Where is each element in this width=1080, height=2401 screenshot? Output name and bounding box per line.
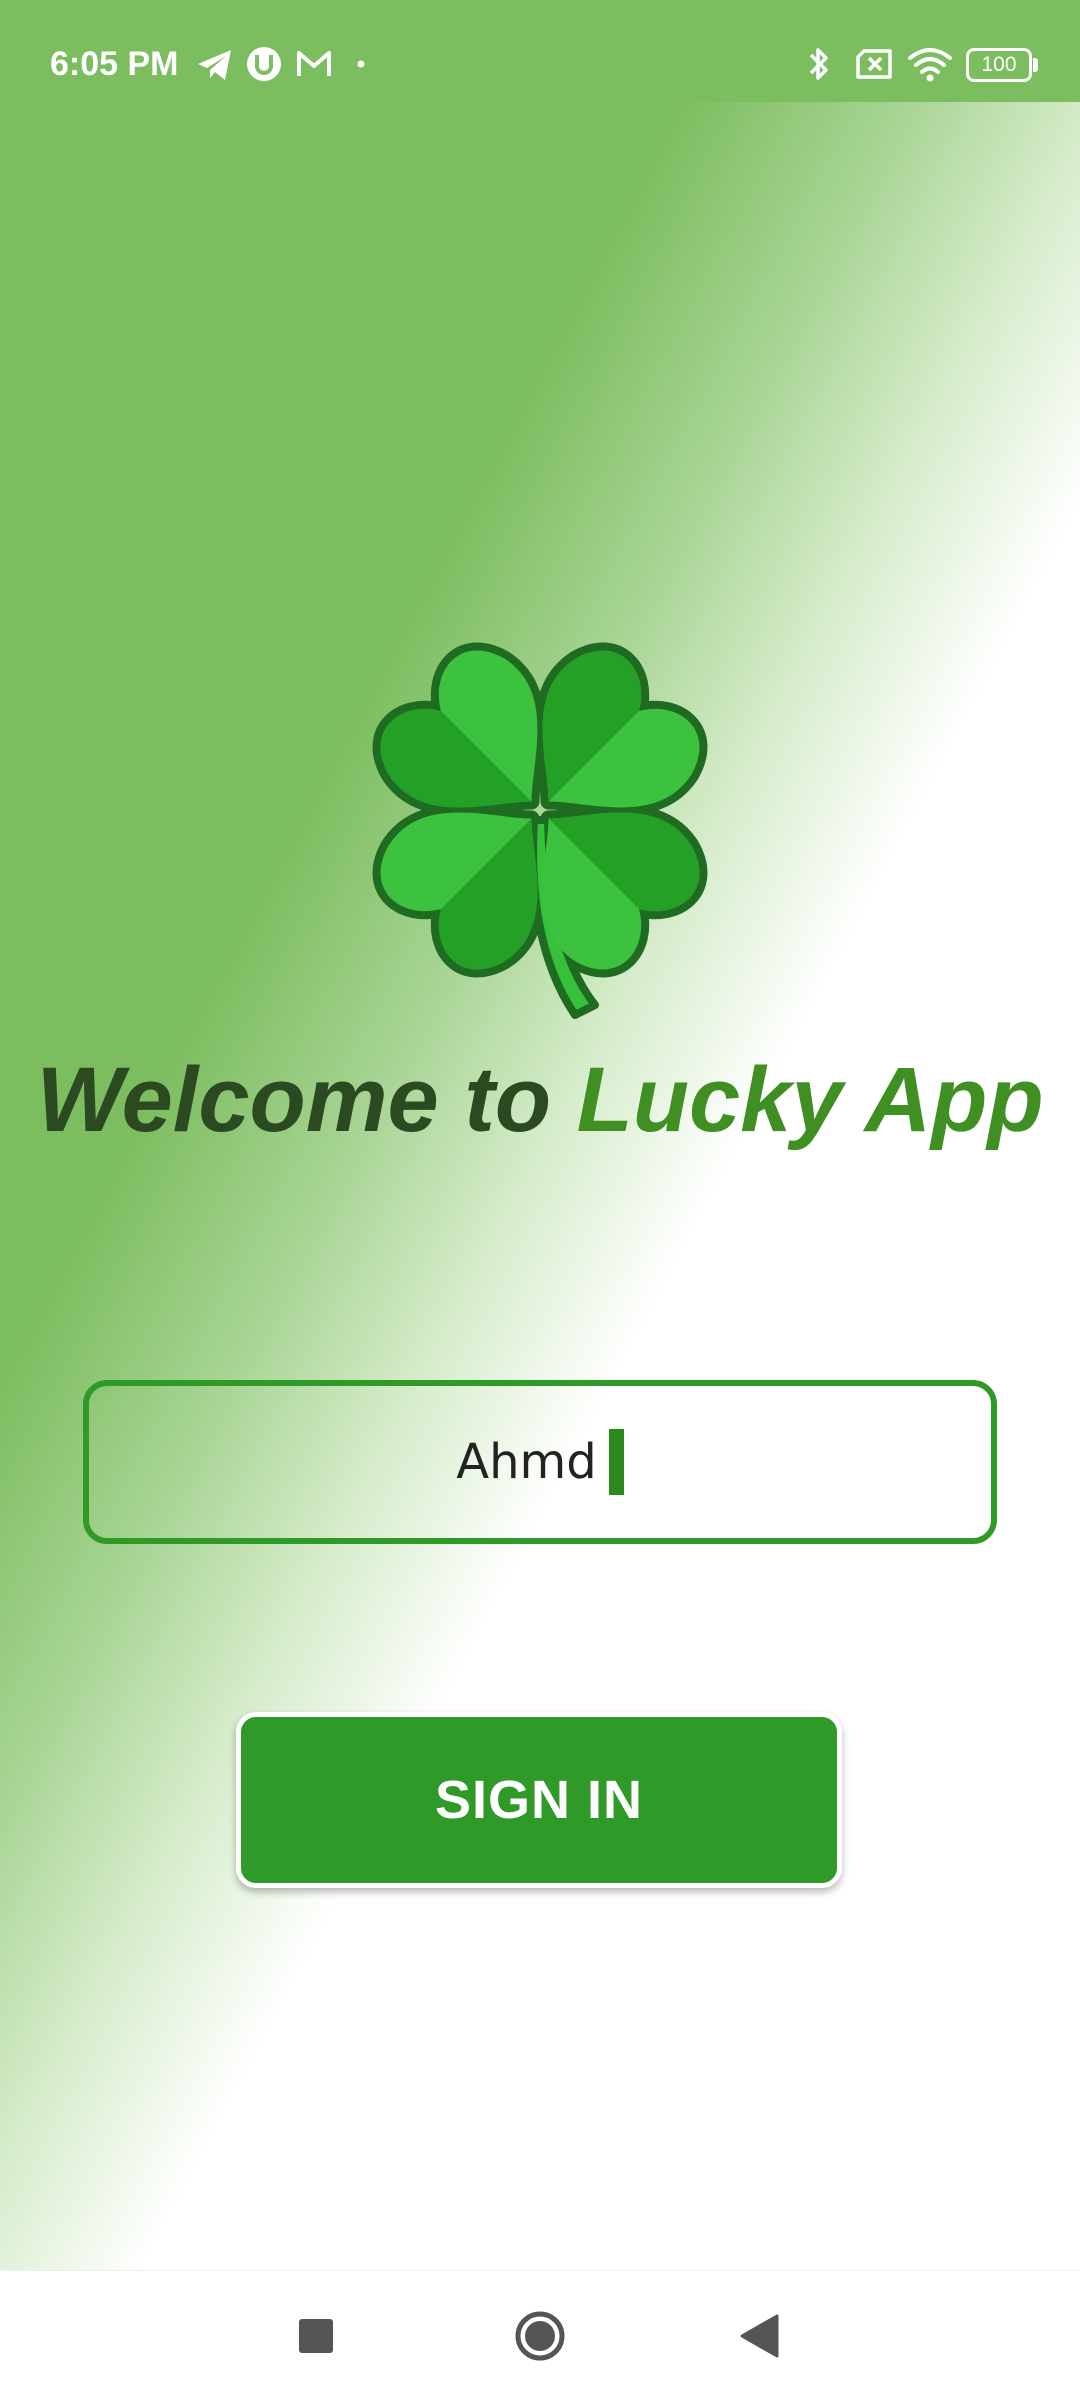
welcome-title: Welcome to Lucky App: [0, 1040, 1080, 1160]
system-nav-bar: [0, 2270, 1080, 2401]
recents-square-icon[interactable]: [281, 2301, 351, 2371]
sign-in-button[interactable]: SIGN IN: [236, 1712, 842, 1888]
bluetooth-icon: [804, 42, 834, 86]
battery-tip: [1033, 58, 1038, 72]
notification-u-icon: [244, 42, 284, 86]
dot-icon: [354, 42, 368, 86]
status-bar: 6:05 PM 100: [0, 0, 1080, 102]
battery-icon: 100: [966, 48, 1032, 82]
text-cursor: [608, 1429, 624, 1495]
status-time: 6:05 PM: [50, 45, 179, 83]
telegram-icon: [196, 42, 234, 86]
home-circle-icon[interactable]: [505, 2301, 575, 2371]
four-leaf-clover-icon: [310, 580, 770, 1040]
sim-disabled-icon: [854, 42, 896, 86]
name-input[interactable]: Ahmd: [83, 1380, 997, 1544]
back-triangle-icon[interactable]: [725, 2301, 795, 2371]
welcome-title-prefix: Welcome to: [36, 1049, 552, 1151]
wifi-icon: [906, 42, 954, 86]
login-screen: 6:05 PM 100 Welcome to Lucky App Ahmd SI…: [0, 0, 1080, 2270]
name-input-value: Ahmd: [456, 1434, 597, 1490]
gmail-icon: [294, 42, 334, 86]
welcome-title-app-name: Lucky App: [576, 1049, 1044, 1151]
